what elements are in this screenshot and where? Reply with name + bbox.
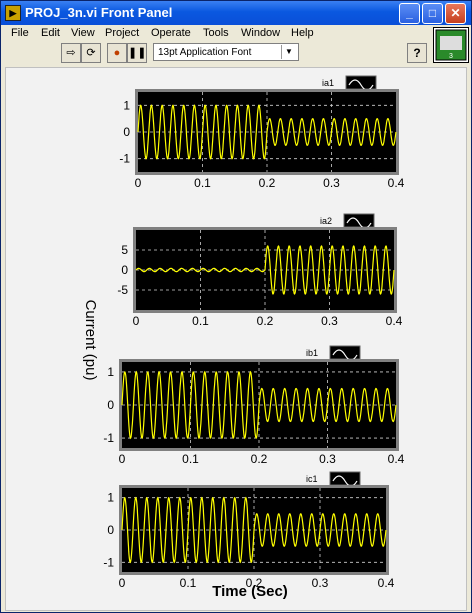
y-tick-label: -1 (103, 431, 114, 445)
y-tick-label: 1 (123, 98, 130, 112)
menu-tools[interactable]: Tools (203, 27, 229, 39)
x-tick-label: 0.4 (388, 452, 405, 466)
menu-project[interactable]: Project (105, 27, 139, 39)
x-tick-label: 0.4 (388, 176, 405, 190)
vi-connector-graphic: 3 (435, 29, 467, 61)
y-tick-label: 1 (107, 491, 114, 505)
svg-text:3: 3 (449, 53, 453, 60)
chart-ia1: ia1 0 0.1 0.2 0.3 0.4 1 0 -1 (119, 75, 405, 190)
front-panel-window: ▶ PROJ_3n.vi Front Panel _ □ ✕ File Edit… (0, 0, 472, 613)
labview-vi-icon: ▶ (5, 5, 21, 21)
minimize-button[interactable]: _ (399, 3, 420, 24)
toolbar: ⇨ ⟳ ● ❚❚ 13pt Application Font ▼ (1, 43, 431, 65)
x-tick-label: 0 (119, 452, 126, 466)
x-axis-label: Time (Sec) (212, 583, 288, 600)
y-tick-label: 1 (107, 365, 114, 379)
front-panel-area: ia1 0 0.1 0.2 0.3 0.4 1 0 -1 ia2 0 0.1 0.2 0.3 0.4 5 0 -5… (5, 67, 467, 611)
x-tick-label: 0.2 (257, 314, 274, 328)
legend-label-ia2: ia2 (320, 216, 332, 226)
menu-view[interactable]: View (71, 27, 95, 39)
x-tick-label: 0 (133, 314, 140, 328)
maximize-button[interactable]: □ (422, 3, 443, 24)
menu-edit[interactable]: Edit (41, 27, 60, 39)
menu-operate[interactable]: Operate (151, 27, 191, 39)
y-tick-label: 0 (123, 125, 130, 139)
x-tick-label: 0.1 (192, 314, 209, 328)
menu-window[interactable]: Window (241, 27, 280, 39)
menu-help[interactable]: Help (291, 27, 314, 39)
chart-ia2: ia2 0 0.1 0.2 0.3 0.4 5 0 -5 (117, 213, 403, 328)
pause-icon[interactable]: ❚❚ (127, 43, 147, 63)
legend-label-ib1: ib1 (306, 348, 318, 358)
chevron-down-icon[interactable]: ▼ (281, 45, 296, 59)
x-tick-label: 0.3 (323, 176, 340, 190)
x-tick-label: 0.3 (321, 314, 338, 328)
chart-ic1: ic10 0.1 0.2 0.3 0.410-1 (103, 471, 395, 590)
legend-label-ic1: ic1 (306, 474, 318, 484)
run-arrow-icon[interactable]: ⇨ (61, 43, 81, 63)
chart-ib1: ib1 0 0.1 0.2 0.3 0.4 1 0 -1 (103, 345, 405, 466)
window-title: PROJ_3n.vi Front Panel (25, 5, 173, 20)
legend-label-ia1: ia1 (322, 78, 334, 88)
context-help-button[interactable]: ? (407, 43, 427, 63)
x-tick-label: 0.4 (378, 576, 395, 590)
x-tick-label: 0.2 (251, 452, 268, 466)
font-select-value: 13pt Application Font (158, 47, 252, 58)
x-tick-label: 0.1 (194, 176, 211, 190)
close-button[interactable]: ✕ (445, 3, 466, 24)
x-tick-label: 0.4 (386, 314, 403, 328)
vi-connector-icon: 3 (433, 27, 469, 63)
y-axis-label: Current (pu) (82, 300, 99, 381)
menu-file[interactable]: File (11, 27, 29, 39)
y-tick-label: -1 (103, 555, 114, 569)
x-tick-label: 0.1 (180, 576, 197, 590)
y-tick-label: 5 (121, 243, 128, 257)
font-select[interactable]: 13pt Application Font ▼ (153, 43, 299, 61)
menu-bar: File Edit View Project Operate Tools Win… (1, 25, 431, 43)
y-tick-label: -1 (119, 152, 130, 166)
x-tick-label: 0 (135, 176, 142, 190)
x-tick-label: 0.1 (182, 452, 199, 466)
x-tick-label: 0 (119, 576, 126, 590)
title-bar[interactable]: ▶ PROJ_3n.vi Front Panel _ □ ✕ (1, 1, 471, 25)
run-continuously-icon[interactable]: ⟳ (81, 43, 101, 63)
x-tick-label: 0.3 (312, 576, 329, 590)
y-tick-label: -5 (117, 283, 128, 297)
x-tick-label: 0.3 (319, 452, 336, 466)
y-tick-label: 0 (121, 263, 128, 277)
x-tick-label: 0.2 (259, 176, 276, 190)
waveform-charts: ia1 0 0.1 0.2 0.3 0.4 1 0 -1 ia2 0 0.1 0.2 0.3 0.4 5 0 -5… (82, 75, 405, 600)
y-tick-label: 0 (107, 398, 114, 412)
y-tick-label: 0 (107, 523, 114, 537)
abort-icon[interactable]: ● (107, 43, 127, 63)
